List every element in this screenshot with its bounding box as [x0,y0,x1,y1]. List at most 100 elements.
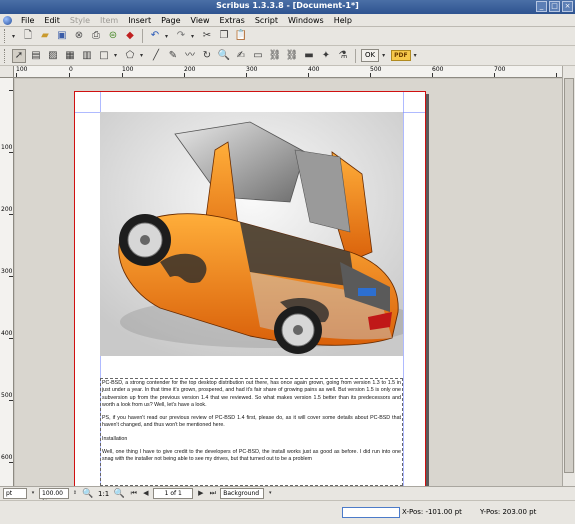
menu-edit[interactable]: Edit [39,16,65,25]
document-canvas[interactable]: PC-BSD, a strong contender for the top d… [15,79,562,486]
table-icon[interactable]: ▥ [80,49,94,63]
toolbar-grip[interactable] [4,29,7,43]
vertical-scrollbar[interactable] [562,66,575,486]
previous-page-icon[interactable]: ◀ [141,488,150,499]
image-frame[interactable] [100,112,403,356]
status-bar: X-Pos: -101.00 pt Y-Pos: 203.00 pt [0,500,575,524]
toolbar-menu-arrow-icon[interactable]: ▾ [12,33,18,40]
freehand-line-icon[interactable]: 〰 [183,49,197,63]
preflight-icon[interactable]: ⊜ [106,29,120,43]
redo-dropdown-icon[interactable]: ▾ [191,33,197,40]
maximize-icon[interactable]: □ [549,1,560,12]
y-position-readout: Y-Pos: 203.00 pt [480,508,537,516]
body-paragraph: PS, if you haven't read our previous rev… [102,415,401,429]
link-frames-icon[interactable]: ⛓ [268,49,282,63]
image-frame-icon[interactable]: ▨ [46,49,60,63]
rotate-icon[interactable]: ↻ [200,49,214,63]
cut-icon[interactable]: ✂ [200,29,214,43]
first-page-icon[interactable]: ⏮ [129,488,138,499]
toolbar-grip[interactable] [4,48,7,63]
ruler-label: 100 [16,66,28,73]
text-frame[interactable]: PC-BSD, a strong contender for the top d… [100,378,403,486]
ruler-label: 100 [1,144,13,151]
pdf-annotation-icon[interactable]: PDF [391,50,411,61]
shape-dropdown-icon[interactable]: ▾ [114,52,120,59]
menu-windows[interactable]: Windows [283,16,329,25]
polygon-dropdown-icon[interactable]: ▾ [140,52,146,59]
redo-icon[interactable]: ↷ [174,29,188,43]
bezier-icon[interactable]: ✎ [166,49,180,63]
open-folder-icon[interactable]: ▰ [38,29,52,43]
render-frame-icon[interactable]: ▦ [63,49,77,63]
zoom-icon[interactable]: 🔍 [217,49,231,63]
zoom-out-icon[interactable]: 🔍 [81,487,95,501]
new-document-icon[interactable]: 🗋 [21,29,35,43]
ruler-label: 200 [1,206,13,213]
ruler-corner[interactable] [0,66,14,78]
print-icon[interactable]: ⎙ [89,29,103,43]
polygon-icon[interactable]: ⬠ [123,49,137,63]
page-select[interactable]: 1 of 1 [153,488,194,499]
vertical-ruler[interactable]: 100 200 300 400 500 600 [0,78,14,486]
zoom-ratio-label[interactable]: 1:1 [98,490,109,498]
line-icon[interactable]: ╱ [149,49,163,63]
unlink-frames-icon[interactable]: ⛓ [285,49,299,63]
pdf-tools-dropdown-icon[interactable]: ▾ [382,52,388,59]
menu-bar: File Edit Style Item Insert Page View Ex… [0,14,575,27]
undo-dropdown-icon[interactable]: ▾ [165,33,171,40]
copy-properties-icon[interactable]: ✦ [319,49,333,63]
edit-text-icon[interactable]: ▭ [251,49,265,63]
ruler-label: 0 [69,66,73,73]
export-pdf-icon[interactable]: ◆ [123,29,137,43]
paste-icon[interactable]: 📋 [234,29,248,43]
ruler-label: 400 [308,66,320,73]
scrollbar-thumb[interactable] [564,78,574,473]
horizontal-ruler[interactable]: 100 0 100 200 300 400 500 600 700 [14,66,562,78]
close-icon[interactable]: × [562,1,573,12]
pdf-annotation-dropdown-icon[interactable]: ▾ [414,52,420,59]
menu-script[interactable]: Script [250,16,283,25]
edit-contents-icon[interactable]: ✍ [234,49,248,63]
menu-style: Style [69,15,90,25]
eyedropper-icon[interactable]: ⚗ [336,49,350,63]
unit-select[interactable]: pt [3,488,27,499]
ruler-label: 200 [184,66,196,73]
shape-icon[interactable]: □ [97,49,111,63]
ruler-label: 700 [494,66,506,73]
ruler-label: 300 [1,268,13,275]
document-page[interactable]: PC-BSD, a strong contender for the top d… [74,91,426,486]
minimize-icon[interactable]: _ [536,1,547,12]
menu-file[interactable]: File [16,16,39,25]
last-page-icon[interactable]: ⏭ [208,488,217,499]
unit-dropdown-icon[interactable]: ▾ [30,488,36,499]
section-heading: Installation [102,435,128,442]
separator [355,48,356,63]
menu-insert[interactable]: Insert [123,16,156,25]
copy-icon[interactable]: ❐ [217,29,231,43]
x-position-readout: X-Pos: -101.00 pt [402,508,462,516]
next-page-icon[interactable]: ▶ [196,488,205,499]
layer-select[interactable]: Background [220,488,265,499]
ruler-label: 500 [1,392,13,399]
menu-help[interactable]: Help [329,16,357,25]
zoom-in-icon[interactable]: 🔍 [112,487,126,501]
undo-icon[interactable]: ↶ [148,29,162,43]
menu-extras[interactable]: Extras [215,16,250,25]
layer-dropdown-icon[interactable]: ▾ [267,488,273,499]
car-image [100,112,403,356]
zoom-input[interactable]: 100.00 % [39,488,69,506]
pdf-pushbutton-ok[interactable]: OK [361,49,380,62]
select-arrow-icon[interactable]: ➚ [12,48,26,63]
navigation-bar: pt ▾ 100.00 % ⇕ 🔍 1:1 🔍 ⏮ ◀ 1 of 1 ▶ ⏭ B… [0,486,575,506]
menu-page[interactable]: Page [156,16,185,25]
close-document-icon[interactable]: ⊗ [72,29,86,43]
ruler-label: 600 [432,66,444,73]
save-icon[interactable]: ▣ [55,29,69,43]
menu-view[interactable]: View [186,16,215,25]
body-paragraph: PC-BSD, a strong contender for the top d… [102,380,401,408]
measurements-icon[interactable]: ▬ [302,49,316,63]
separator [142,29,143,43]
zoom-spin-icon[interactable]: ⇕ [72,488,78,499]
text-frame-icon[interactable]: ▤ [29,49,43,63]
scribus-app-icon[interactable] [3,15,12,25]
